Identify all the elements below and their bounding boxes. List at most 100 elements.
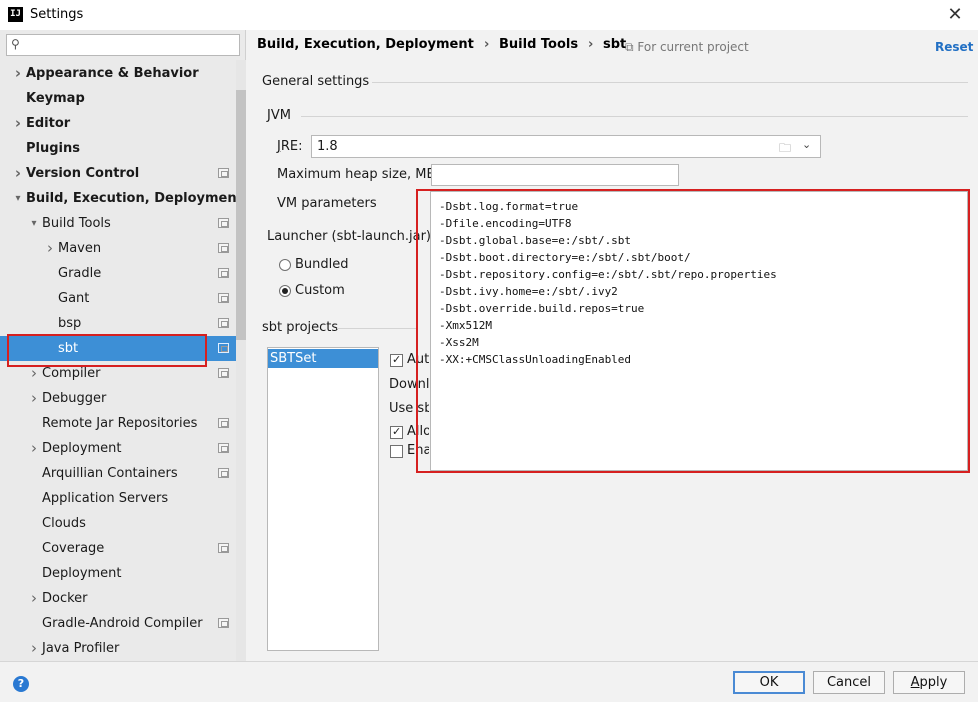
sidebar-item-label: Arquillian Containers: [42, 466, 178, 481]
sidebar-item-deployment[interactable]: › Deployment: [0, 436, 236, 461]
apply-label-rest: pply: [919, 675, 948, 690]
chevron-right-icon[interactable]: ›: [28, 361, 40, 386]
window-title: Settings: [30, 7, 84, 22]
sidebar-item-gradle[interactable]: Gradle: [0, 261, 236, 286]
vm-parameters-text[interactable]: -Dsbt.log.format=true -Dfile.encoding=UT…: [439, 198, 777, 368]
sidebar-item-build-tools[interactable]: ▾ Build Tools: [0, 211, 236, 236]
sidebar-item-label: Compiler: [42, 366, 101, 381]
chevron-right-icon[interactable]: ›: [12, 111, 24, 136]
sidebar-item-bsp[interactable]: bsp: [0, 311, 236, 336]
project-scope-icon: [218, 543, 229, 553]
apply-mnemonic: A: [910, 675, 920, 690]
search-icon: ⚲: [11, 37, 20, 51]
custom-radio[interactable]: [279, 285, 291, 297]
chevron-right-icon[interactable]: ›: [12, 161, 24, 186]
sidebar-item-clouds[interactable]: Clouds: [0, 511, 236, 536]
sidebar-item-plugins[interactable]: Plugins: [0, 136, 236, 161]
dialog-footer: ? OK Cancel Apply: [0, 661, 978, 702]
auto-import-checkbox[interactable]: [390, 353, 403, 367]
breadcrumb-item-sbt[interactable]: sbt: [603, 37, 626, 52]
sidebar-item-java-profiler[interactable]: › Java Profiler: [0, 636, 236, 661]
sidebar-item-label: Build Tools: [42, 216, 111, 231]
sidebar-item-sbt[interactable]: sbt: [0, 336, 236, 361]
sidebar-item-keymap[interactable]: Keymap: [0, 86, 236, 111]
heap-size-input[interactable]: [431, 164, 679, 186]
sidebar-item-label: Version Control: [26, 166, 140, 181]
separator: [337, 328, 417, 329]
chevron-down-icon[interactable]: ⌄: [802, 138, 811, 151]
chevron-right-icon[interactable]: ›: [12, 61, 24, 86]
sidebar-item-docker[interactable]: › Docker: [0, 586, 236, 611]
scrollbar-thumb[interactable]: [236, 90, 246, 340]
sidebar-item-label: Coverage: [42, 541, 105, 556]
sidebar-item-maven[interactable]: › Maven: [0, 236, 236, 261]
general-settings-title: General settings: [262, 74, 370, 89]
search-input[interactable]: [31, 36, 236, 54]
launcher-section-title: Launcher (sbt-launch.jar): [267, 229, 432, 244]
custom-label[interactable]: Custom: [295, 283, 345, 298]
enable-checkbox[interactable]: [390, 445, 403, 458]
sidebar-item-label: Java Profiler: [42, 641, 120, 656]
project-item-sbtset[interactable]: SBTSet: [268, 349, 378, 368]
folder-icon[interactable]: 🗀: [779, 139, 793, 155]
cancel-button[interactable]: Cancel: [813, 671, 885, 694]
scope-label: For current project: [637, 40, 749, 54]
sidebar-item-label: Clouds: [42, 516, 86, 531]
project-scope-icon: [218, 168, 229, 178]
auto-import-label[interactable]: Auto: [407, 352, 429, 367]
sidebar-item-gant[interactable]: Gant: [0, 286, 236, 311]
sidebar-item-build-execution-deployment[interactable]: ▾ Build, Execution, Deployment: [0, 186, 242, 211]
vm-parameters-textarea[interactable]: -Dsbt.log.format=true -Dfile.encoding=UT…: [430, 191, 968, 471]
sidebar-item-remote-jar-repositories[interactable]: Remote Jar Repositories: [0, 411, 236, 436]
chevron-right-icon[interactable]: ›: [28, 636, 40, 661]
settings-content: Build, Execution, Deployment › Build Too…: [247, 30, 978, 661]
sidebar-item-compiler[interactable]: › Compiler: [0, 361, 236, 386]
search-field[interactable]: ⚲: [6, 34, 240, 56]
apply-button[interactable]: Apply: [893, 671, 965, 694]
chevron-right-icon[interactable]: ›: [28, 386, 40, 411]
help-icon[interactable]: ?: [13, 676, 29, 692]
project-scope-icon: [218, 293, 229, 303]
bundled-label[interactable]: Bundled: [295, 257, 349, 272]
sidebar-item-label: Maven: [58, 241, 102, 256]
allow-checkbox[interactable]: [390, 425, 403, 439]
breadcrumb-item[interactable]: Build, Execution, Deployment: [257, 37, 474, 52]
close-icon[interactable]: ✕: [940, 2, 970, 28]
reset-link[interactable]: Reset: [935, 40, 973, 54]
sbt-projects-title: sbt projects: [262, 320, 339, 335]
enable-label[interactable]: Ena: [407, 443, 429, 458]
sidebar-item-label: Application Servers: [42, 491, 169, 506]
sidebar-item-coverage[interactable]: Coverage: [0, 536, 236, 561]
project-scope-icon: [218, 218, 229, 228]
chevron-down-icon[interactable]: ▾: [12, 186, 24, 211]
ok-button[interactable]: OK: [733, 671, 805, 694]
jre-combobox[interactable]: 1.8 🗀 ⌄: [311, 135, 821, 158]
sidebar-item-label: bsp: [58, 316, 82, 331]
chevron-right-icon[interactable]: ›: [44, 236, 56, 261]
sidebar-item-label: Deployment: [42, 566, 122, 581]
sidebar-item-editor[interactable]: › Editor: [0, 111, 236, 136]
chevron-right-icon[interactable]: ›: [28, 436, 40, 461]
breadcrumb-separator: ›: [588, 37, 594, 52]
sidebar-item-appearance-behavior[interactable]: › Appearance & Behavior: [0, 61, 236, 86]
sidebar-item-gradle-android-compiler[interactable]: Gradle-Android Compiler: [0, 611, 236, 636]
bundled-radio[interactable]: [279, 259, 291, 271]
chevron-right-icon[interactable]: ›: [28, 586, 40, 611]
sidebar-item-arquillian-containers[interactable]: Arquillian Containers: [0, 461, 236, 486]
separator: [372, 82, 968, 83]
project-scope-icon: [218, 368, 229, 378]
chevron-down-icon[interactable]: ▾: [28, 211, 40, 236]
sidebar-item-label: Keymap: [26, 91, 85, 106]
sidebar-item-label: Gradle-Android Compiler: [42, 616, 203, 631]
sidebar-item-label: Debugger: [42, 391, 107, 406]
breadcrumb-item-build-tools[interactable]: Build Tools: [499, 37, 578, 52]
jvm-section-title: JVM: [267, 108, 291, 123]
sidebar-item-application-servers[interactable]: Application Servers: [0, 486, 236, 511]
sbt-projects-list[interactable]: SBTSet: [267, 347, 379, 651]
sidebar-item-version-control[interactable]: › Version Control: [0, 161, 236, 186]
project-scope-icon: [218, 618, 229, 628]
allow-label[interactable]: Allo: [407, 424, 429, 439]
sidebar-scrollbar[interactable]: [236, 60, 246, 690]
sidebar-item-debugger[interactable]: › Debugger: [0, 386, 236, 411]
sidebar-item-deployment[interactable]: Deployment: [0, 561, 236, 586]
